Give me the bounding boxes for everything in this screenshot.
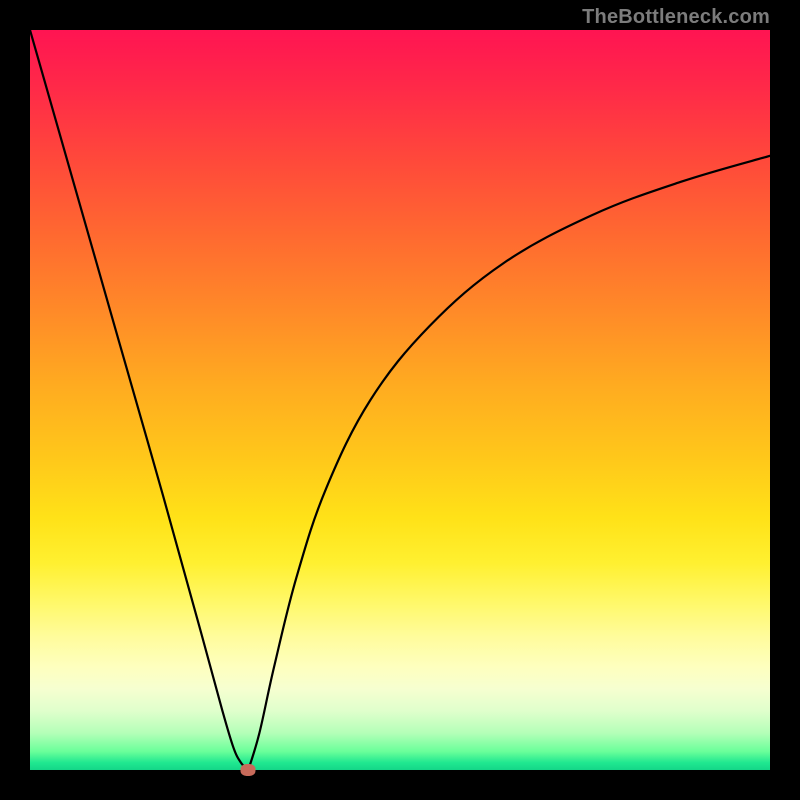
plot-area	[30, 30, 770, 770]
curve-layer	[30, 30, 770, 770]
minimum-marker	[241, 764, 256, 776]
chart-frame: TheBottleneck.com	[0, 0, 800, 800]
watermark-label: TheBottleneck.com	[582, 6, 770, 29]
left-branch-path	[30, 30, 248, 770]
right-branch-path	[248, 156, 770, 770]
